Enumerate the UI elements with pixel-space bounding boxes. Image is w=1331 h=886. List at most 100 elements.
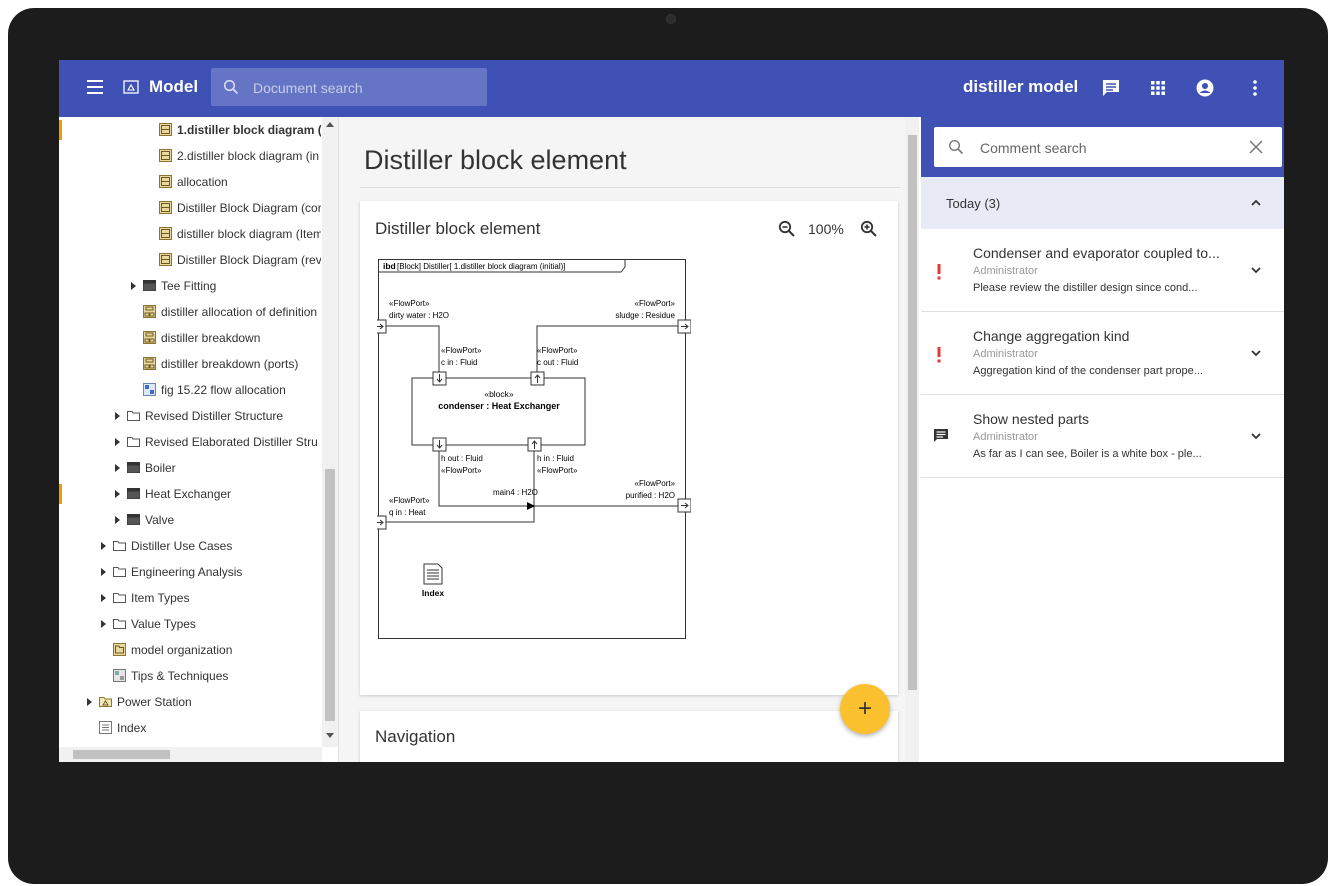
tree-item-diagram[interactable]: fig 15.22 flow allocation: [59, 377, 321, 403]
tree-item-package[interactable]: Value Types: [59, 611, 321, 637]
tree-item-diagram[interactable]: distiller breakdown (ports): [59, 351, 321, 377]
comment-title: Show nested parts: [973, 411, 1089, 427]
menu-icon[interactable]: [87, 80, 103, 94]
document-icon: [99, 721, 112, 734]
navigation-card: Navigation: [360, 711, 898, 762]
matrix-diagram-icon: [143, 383, 156, 396]
tree-item-package[interactable]: Item Types: [59, 585, 321, 611]
port-c-out[interactable]: [530, 371, 545, 386]
port-h-in[interactable]: [527, 437, 542, 452]
label-q-in: q in : Heat: [389, 508, 426, 517]
tree-item-package[interactable]: Distiller Use Cases: [59, 533, 321, 559]
add-button[interactable]: +: [840, 684, 890, 734]
expand-caret-icon[interactable]: [101, 594, 106, 602]
navigation-title: Navigation: [375, 727, 456, 746]
search-icon: [223, 79, 239, 95]
tree-item-diagram[interactable]: 1.distiller block diagram (: [59, 117, 321, 143]
tree-item-block[interactable]: Boiler: [59, 455, 321, 481]
comment-group-today[interactable]: Today (3): [921, 177, 1284, 229]
tree-item-diagram[interactable]: distiller allocation of definition: [59, 299, 321, 325]
expand-caret-icon[interactable]: [101, 542, 106, 550]
tree-hscroll-thumb[interactable]: [73, 750, 170, 759]
scroll-up-icon[interactable]: [326, 122, 334, 127]
zoom-out-icon[interactable]: [778, 220, 796, 238]
zoom-in-icon[interactable]: [860, 220, 878, 238]
comment-item[interactable]: Change aggregation kind Administrator Ag…: [921, 312, 1284, 395]
more-vert-icon[interactable]: [1245, 78, 1265, 98]
comment-item[interactable]: Show nested parts Administrator As far a…: [921, 395, 1284, 478]
port-purified[interactable]: [677, 498, 691, 513]
ibd-diagram[interactable]: ibd [Block] Distiller[ 1.distiller block…: [377, 258, 691, 644]
chevron-down-icon[interactable]: [1250, 347, 1262, 359]
expand-caret-icon[interactable]: [131, 282, 136, 290]
tree-scroll-thumb[interactable]: [325, 469, 335, 721]
tree-item-index[interactable]: Index: [59, 715, 321, 741]
close-icon[interactable]: [1248, 139, 1264, 155]
expand-caret-icon[interactable]: [87, 698, 92, 706]
tree-item-diagram[interactable]: distiller breakdown: [59, 325, 321, 351]
tree-item-package[interactable]: Revised Distiller Structure: [59, 403, 321, 429]
camera-dot: [666, 14, 676, 24]
tree-item-package[interactable]: Engineering Analysis: [59, 559, 321, 585]
block-icon: [143, 279, 156, 292]
port-h-out[interactable]: [432, 437, 447, 452]
tree-item-block[interactable]: Tee Fitting: [59, 273, 321, 299]
label-flowport: «FlowPort»: [441, 346, 482, 355]
comment-group-label: Today (3): [946, 196, 1001, 211]
label-main4: main4 : H2O: [493, 488, 538, 497]
label-flowport: «FlowPort»: [441, 466, 482, 475]
content-diagram-icon: [113, 669, 126, 682]
tree-item-block[interactable]: Heat Exchanger: [59, 481, 321, 507]
chevron-down-icon[interactable]: [1250, 264, 1262, 276]
diagram-frame-title: [Block] Distiller[ 1.distiller block dia…: [397, 262, 566, 271]
block-stereotype: «block»: [484, 389, 514, 399]
diagram-icon: [159, 201, 172, 214]
document-scroll-thumb[interactable]: [908, 135, 917, 690]
expand-caret-icon[interactable]: [115, 438, 120, 446]
tree-item-block[interactable]: Valve: [59, 507, 321, 533]
tree-item-diagram[interactable]: 2.distiller block diagram (in: [59, 143, 321, 169]
expand-caret-icon[interactable]: [115, 464, 120, 472]
port-sludge[interactable]: [677, 319, 691, 334]
tree-item-diagram[interactable]: Tips & Techniques: [59, 663, 321, 689]
expand-caret-icon[interactable]: [115, 412, 120, 420]
comments-icon[interactable]: [1101, 78, 1121, 98]
comment-title: Condenser and evaporator coupled to...: [973, 245, 1220, 261]
chevron-up-icon[interactable]: [1250, 197, 1262, 209]
add-icon: +: [857, 695, 872, 722]
model-package-icon: [99, 695, 112, 708]
expand-caret-icon[interactable]: [115, 516, 120, 524]
bdd-diagram-icon: [143, 331, 156, 344]
label-c-in: c in : Fluid: [441, 358, 477, 367]
bdd-diagram-icon: [143, 357, 156, 370]
port-q-in[interactable]: [377, 515, 387, 530]
comment-item[interactable]: Condenser and evaporator coupled to... A…: [921, 229, 1284, 312]
model-folder-icon: [123, 80, 139, 94]
tree-item-diagram[interactable]: Distiller Block Diagram (cor: [59, 195, 321, 221]
port-c-in[interactable]: [432, 371, 447, 386]
document-search[interactable]: [211, 68, 487, 106]
label-flowport: «FlowPort»: [389, 496, 430, 505]
tree-item-package[interactable]: Revised Elaborated Distiller Stru: [59, 429, 321, 455]
index-document-icon[interactable]: [423, 563, 443, 585]
account-icon[interactable]: [1195, 78, 1215, 98]
document-search-input[interactable]: [251, 77, 481, 99]
expand-caret-icon[interactable]: [101, 620, 106, 628]
comment-search[interactable]: [934, 127, 1282, 167]
apps-grid-icon[interactable]: [1148, 78, 1168, 98]
scroll-down-icon[interactable]: [326, 733, 334, 738]
expand-caret-icon[interactable]: [115, 490, 120, 498]
comment-search-input[interactable]: [978, 138, 1232, 158]
package-icon: [113, 591, 126, 604]
label-purified: purified : H2O: [626, 491, 675, 500]
chevron-down-icon[interactable]: [1250, 430, 1262, 442]
port-dirty-water[interactable]: [377, 319, 387, 334]
expand-caret-icon[interactable]: [101, 568, 106, 576]
document-view: Distiller block element Distiller block …: [339, 117, 919, 762]
tree-item-model[interactable]: Power Station: [59, 689, 321, 715]
tree-item-diagram[interactable]: allocation: [59, 169, 321, 195]
comment-author: Administrator: [973, 348, 1038, 360]
tree-item-diagram[interactable]: model organization: [59, 637, 321, 663]
tree-item-diagram[interactable]: distiller block diagram (Item: [59, 221, 321, 247]
tree-item-diagram[interactable]: Distiller Block Diagram (rev: [59, 247, 321, 273]
